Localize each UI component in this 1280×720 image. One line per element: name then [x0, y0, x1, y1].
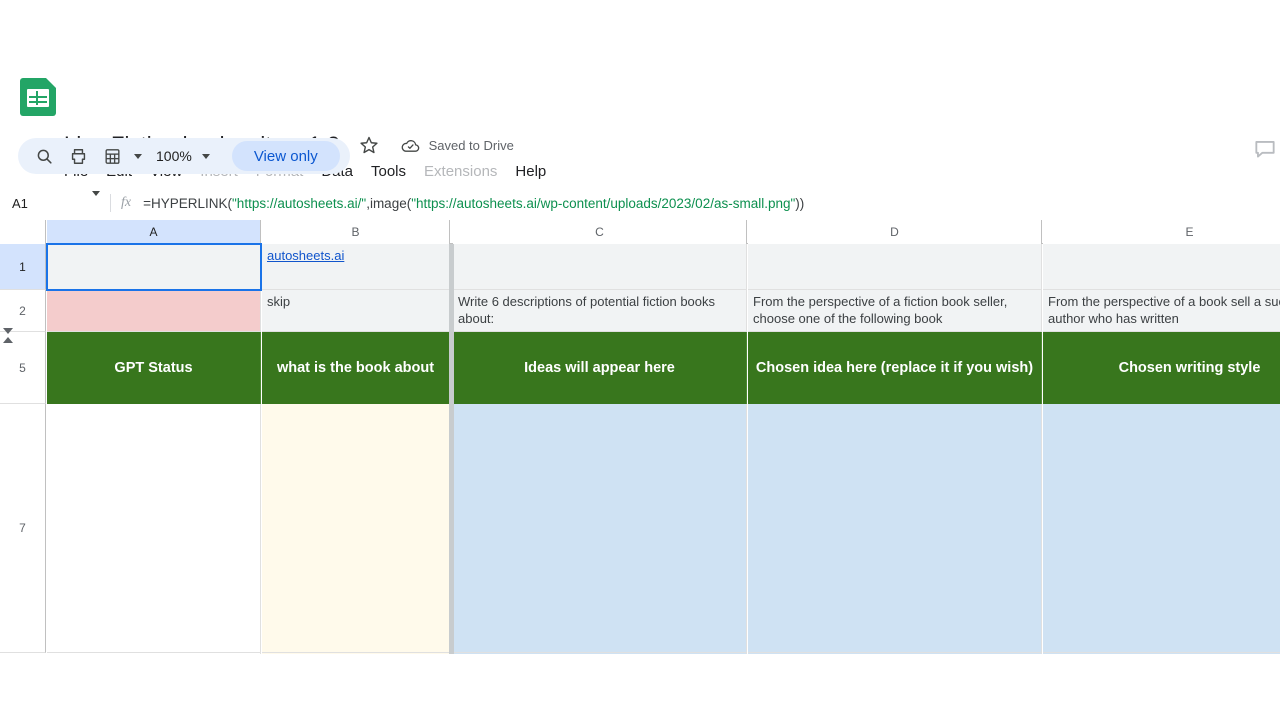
cell-e1[interactable] — [1043, 244, 1280, 290]
frozen-column-divider[interactable] — [449, 244, 454, 654]
comment-icon[interactable] — [1252, 136, 1278, 162]
fx-icon: fx — [121, 195, 131, 211]
row-header-1[interactable]: 1 — [0, 244, 46, 290]
save-status-label: Saved to Drive — [429, 138, 514, 153]
formula-part-3: "https://autosheets.ai/wp-content/upload… — [411, 196, 795, 211]
zoom-level[interactable]: 100% — [148, 148, 196, 164]
top-letterbox-band — [0, 0, 1280, 60]
zoom-chevron-down-icon[interactable] — [198, 140, 214, 172]
formula-bar-divider — [110, 194, 111, 212]
column-header-e[interactable]: E — [1043, 220, 1280, 244]
cell-a5[interactable]: GPT Status — [47, 332, 261, 404]
formula-part-2: ,image( — [366, 196, 411, 211]
cell-d7[interactable] — [748, 404, 1042, 653]
column-header-d[interactable]: D — [748, 220, 1042, 244]
cell-c2[interactable]: Write 6 descriptions of potential fictio… — [453, 290, 747, 332]
autosheets-link[interactable]: autosheets.ai — [267, 248, 344, 263]
cell-b7[interactable] — [262, 404, 450, 653]
formula-bar: A1 fx =HYPERLINK("https://autosheets.ai/… — [0, 188, 1280, 218]
formula-part-1: "https://autosheets.ai/" — [232, 196, 366, 211]
menu-extensions: Extensions — [424, 162, 497, 182]
name-box[interactable]: A1 — [12, 191, 108, 215]
cell-d5[interactable]: Chosen idea here (replace it if you wish… — [748, 332, 1042, 404]
cell-e2[interactable]: From the perspective of a book sell a su… — [1043, 290, 1280, 332]
cell-c7[interactable] — [453, 404, 747, 653]
spreadsheet-grid[interactable]: A B C D E 1 2 5 7 autosheets.ai skip Wri… — [0, 220, 1280, 654]
cell-e8[interactable] — [1043, 653, 1280, 654]
cell-d1[interactable] — [748, 244, 1042, 290]
save-status[interactable]: Saved to Drive — [400, 135, 514, 156]
column-header-c[interactable]: C — [453, 220, 747, 244]
logo-grid-glyph — [27, 89, 49, 107]
star-icon[interactable] — [358, 134, 380, 156]
menu-help[interactable]: Help — [515, 162, 546, 182]
toolbar: 100% View only — [18, 138, 350, 174]
print-icon[interactable] — [62, 140, 94, 172]
formula-input[interactable]: =HYPERLINK("https://autosheets.ai/",imag… — [143, 196, 804, 211]
column-header-b[interactable]: B — [262, 220, 450, 244]
sheets-app-window: Live Fiction book writer v1.2 Saved to D… — [0, 0, 1280, 720]
column-header-row: A B C D E — [0, 220, 1280, 244]
logo-fold — [46, 78, 56, 88]
cell-d2[interactable]: From the perspective of a fiction book s… — [748, 290, 1042, 332]
cell-c5[interactable]: Ideas will appear here — [453, 332, 747, 404]
cell-b2[interactable]: skip — [262, 290, 450, 332]
cell-b5[interactable]: what is the book about — [262, 332, 450, 404]
cell-d8[interactable] — [748, 653, 1042, 654]
cell-a2[interactable] — [47, 290, 261, 332]
cell-b8[interactable] — [262, 653, 450, 654]
group-expand-triangle-down-icon[interactable] — [3, 334, 15, 344]
cell-c8[interactable] — [453, 653, 747, 654]
app-header: Live Fiction book writer v1.2 Saved to D… — [0, 60, 1280, 132]
cell-e5[interactable]: Chosen writing style — [1043, 332, 1280, 404]
sheets-logo-icon — [20, 78, 56, 116]
formula-part-4: )) — [795, 196, 804, 211]
cell-a1[interactable] — [47, 244, 261, 290]
search-icon[interactable] — [28, 140, 60, 172]
cell-a8[interactable] — [47, 653, 261, 654]
formula-part-0: =HYPERLINK( — [143, 196, 232, 211]
cloud-check-icon — [400, 135, 421, 156]
name-box-chevron-down-icon[interactable] — [92, 196, 100, 211]
view-only-button[interactable]: View only — [232, 141, 340, 171]
number-format-icon[interactable] — [96, 140, 128, 172]
cell-c1[interactable] — [453, 244, 747, 290]
select-all-corner[interactable] — [0, 220, 46, 244]
cell-b1[interactable]: autosheets.ai — [262, 244, 450, 290]
cell-e7[interactable] — [1043, 404, 1280, 653]
name-box-value: A1 — [12, 196, 28, 211]
number-format-chevron-down-icon[interactable] — [130, 140, 146, 172]
column-header-a[interactable]: A — [47, 220, 261, 244]
cell-a7[interactable] — [47, 404, 261, 653]
menu-tools[interactable]: Tools — [371, 162, 406, 182]
row-header-7[interactable]: 7 — [0, 404, 46, 653]
